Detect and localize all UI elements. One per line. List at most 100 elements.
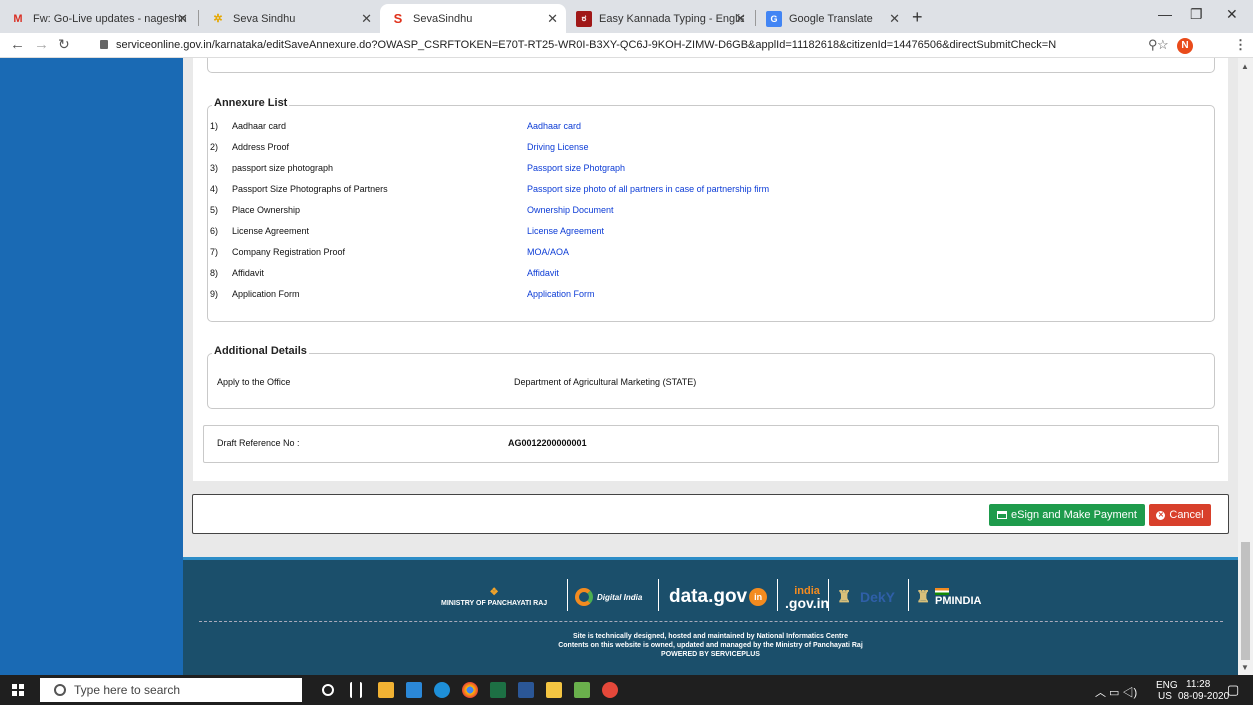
app-icon[interactable] — [574, 682, 590, 698]
cancel-button[interactable]: ✕ Cancel — [1149, 504, 1211, 526]
annexure-name: License Agreement — [232, 226, 310, 236]
digital-india-logo: Digital India — [575, 580, 642, 614]
back-icon[interactable]: ← — [10, 36, 25, 53]
scroll-up-icon[interactable]: ▲ — [1241, 62, 1249, 71]
store-icon[interactable] — [378, 682, 394, 698]
apply-office-label: Apply to the Office — [217, 377, 291, 387]
footer-divider — [199, 621, 1223, 622]
tab-gmail[interactable]: M Fw: Go-Live updates - nageshnm ✕ — [0, 4, 196, 33]
taskbar-search-box[interactable]: Type here to search — [40, 678, 302, 702]
pmindia-logo: PMINDIA — [935, 580, 981, 614]
draft-reference-label: Draft Reference No : — [217, 438, 300, 448]
annexure-name: Place Ownership — [232, 205, 301, 215]
left-sidebar-panel — [0, 58, 183, 675]
annexure-doc-link[interactable]: License Agreement — [527, 221, 604, 241]
close-icon[interactable]: ✕ — [889, 11, 900, 27]
forward-icon[interactable]: → — [34, 36, 49, 53]
draft-reference-value: AG0012200000001 — [508, 438, 587, 448]
file-explorer-icon[interactable] — [546, 682, 562, 698]
india-gov-logo: india .gov.in — [785, 585, 830, 611]
tab-seva-sindhu-1[interactable]: ✲ Seva Sindhu ✕ — [200, 4, 380, 33]
url-field[interactable]: serviceonline.gov.in/karnataka/editSaveA… — [116, 39, 1056, 51]
annexure-name: Passport Size Photographs of Partners — [232, 184, 388, 194]
google-translate-icon: G — [766, 10, 782, 27]
esign-payment-button[interactable]: eSign and Make Payment — [989, 504, 1145, 526]
close-icon[interactable]: ✕ — [361, 11, 372, 27]
previous-fieldset — [207, 58, 1215, 73]
clock-date[interactable]: 08-09-2020 — [1178, 691, 1229, 702]
cancel-circle-icon: ✕ — [1156, 510, 1166, 520]
annexure-row: 2) Address Proof Driving License — [208, 137, 1208, 157]
annexure-row: 4) Passport Size Photographs of Partners P… — [208, 179, 1208, 199]
close-icon[interactable]: ✕ — [547, 11, 558, 27]
tab-kannada-typing[interactable]: ಠ Easy Kannada Typing - English to ✕ — [566, 4, 754, 33]
annexure-row: 6) License Agreement License Agreement — [208, 221, 1208, 241]
edge-icon[interactable] — [434, 682, 450, 698]
action-bar: eSign and Make Payment ✕ Cancel — [192, 494, 1229, 534]
annexure-doc-link[interactable]: MOA/AOA — [527, 242, 569, 262]
task-view-icon[interactable] — [350, 682, 362, 698]
datagov-logo: data.gov in — [669, 580, 768, 614]
footer-nic-text: Site is technically designed, hosted and… — [572, 633, 848, 640]
annexure-doc-link[interactable]: Affidavit — [527, 263, 559, 283]
apply-office-value: Department of Agricultural Marketing (ST… — [514, 377, 697, 387]
dekey-logo: DekY — [860, 589, 896, 605]
app-icon[interactable] — [602, 682, 618, 698]
bookmark-star-icon[interactable]: ☆ — [1157, 37, 1169, 53]
tab-title: Easy Kannada Typing - English to — [599, 12, 744, 25]
tab-title: Seva Sindhu — [233, 12, 296, 25]
annexure-name: Affidavit — [232, 268, 264, 278]
annexure-row: 9) Application Form Application Form — [208, 284, 1208, 304]
annexure-row: 8) Affidavit Affidavit — [208, 263, 1208, 283]
minimize-icon[interactable]: — — [1158, 6, 1172, 22]
kannada-typing-icon: ಠ — [576, 10, 592, 27]
annexure-row: 3) passport size photograph Passport size … — [208, 158, 1208, 178]
page-scrollbar[interactable]: ▲ ▼ — [1238, 58, 1253, 675]
footer-ownership-text: Contents on this website is owned, updat… — [558, 642, 863, 649]
profile-avatar[interactable]: N — [1177, 38, 1193, 54]
chrome-icon[interactable] — [462, 682, 478, 698]
windows-taskbar: Type here to search ︿ ▭ ◁) ENG US 11:28 … — [0, 675, 1253, 705]
annexure-name: Address Proof — [232, 142, 290, 152]
emblem-icon: ♜ — [916, 589, 931, 606]
scroll-down-icon[interactable]: ▼ — [1241, 663, 1249, 672]
annexure-name: Application Form — [232, 289, 300, 299]
excel-icon[interactable] — [490, 682, 506, 698]
address-bar-row: ← → ↻ serviceonline.gov.in/karnataka/edi… — [0, 33, 1253, 58]
annexure-doc-link[interactable]: Driving License — [527, 137, 589, 157]
word-icon[interactable] — [518, 682, 534, 698]
maximize-icon[interactable]: ❐ — [1190, 6, 1203, 23]
annexure-doc-link[interactable]: Aadhaar card — [527, 116, 581, 136]
close-icon[interactable]: ✕ — [177, 11, 188, 27]
annexure-doc-link[interactable]: Ownership Document — [527, 200, 614, 220]
clock-time[interactable]: 11:28 — [1186, 679, 1210, 690]
scroll-thumb[interactable] — [1241, 542, 1250, 660]
annexure-row: 5) Place Ownership Ownership Document — [208, 200, 1208, 220]
tab-google-translate[interactable]: G Google Translate ✕ — [756, 4, 908, 33]
tab-title: Google Translate — [789, 12, 873, 25]
cortana-icon[interactable] — [322, 684, 334, 696]
window-close-icon[interactable]: ✕ — [1226, 6, 1238, 23]
mail-icon[interactable] — [406, 682, 422, 698]
emblem-icon: ♜ — [837, 589, 852, 606]
site-footer: ❖ MINISTRY OF PANCHAYATI RAJ Digital Ind… — [183, 557, 1238, 675]
seva-sindhu-icon: S — [393, 11, 403, 26]
windows-start-icon[interactable] — [12, 684, 24, 696]
close-icon[interactable]: ✕ — [735, 11, 746, 27]
notification-icon[interactable]: ▢ — [1227, 682, 1239, 698]
annexure-name: Aadhaar card — [232, 121, 287, 131]
annexure-doc-link[interactable]: Passport size photo of all partners in c… — [527, 179, 769, 199]
tab-sevasindhu-active[interactable]: S SevaSindhu ✕ — [380, 4, 566, 33]
search-placeholder: Type here to search — [74, 683, 181, 697]
language-indicator[interactable]: ENG — [1156, 680, 1178, 691]
new-tab-button[interactable]: + — [912, 7, 923, 28]
tray-icons[interactable]: ︿ ▭ ◁) — [1095, 684, 1137, 700]
search-icon — [54, 684, 66, 696]
annexure-doc-link[interactable]: Application Form — [527, 284, 595, 304]
reload-icon[interactable]: ↻ — [58, 36, 70, 53]
annexure-doc-link[interactable]: Passport size Photgraph — [527, 158, 625, 178]
annexure-row: 7) Company Registration Proof MOA/AOA — [208, 242, 1208, 262]
annexure-list-fieldset: Annexure List 1) Aadhaar card Aadhaar card… — [207, 97, 1215, 322]
region-indicator: US — [1158, 691, 1172, 702]
menu-dots-icon[interactable]: ⋮ — [1234, 37, 1247, 53]
